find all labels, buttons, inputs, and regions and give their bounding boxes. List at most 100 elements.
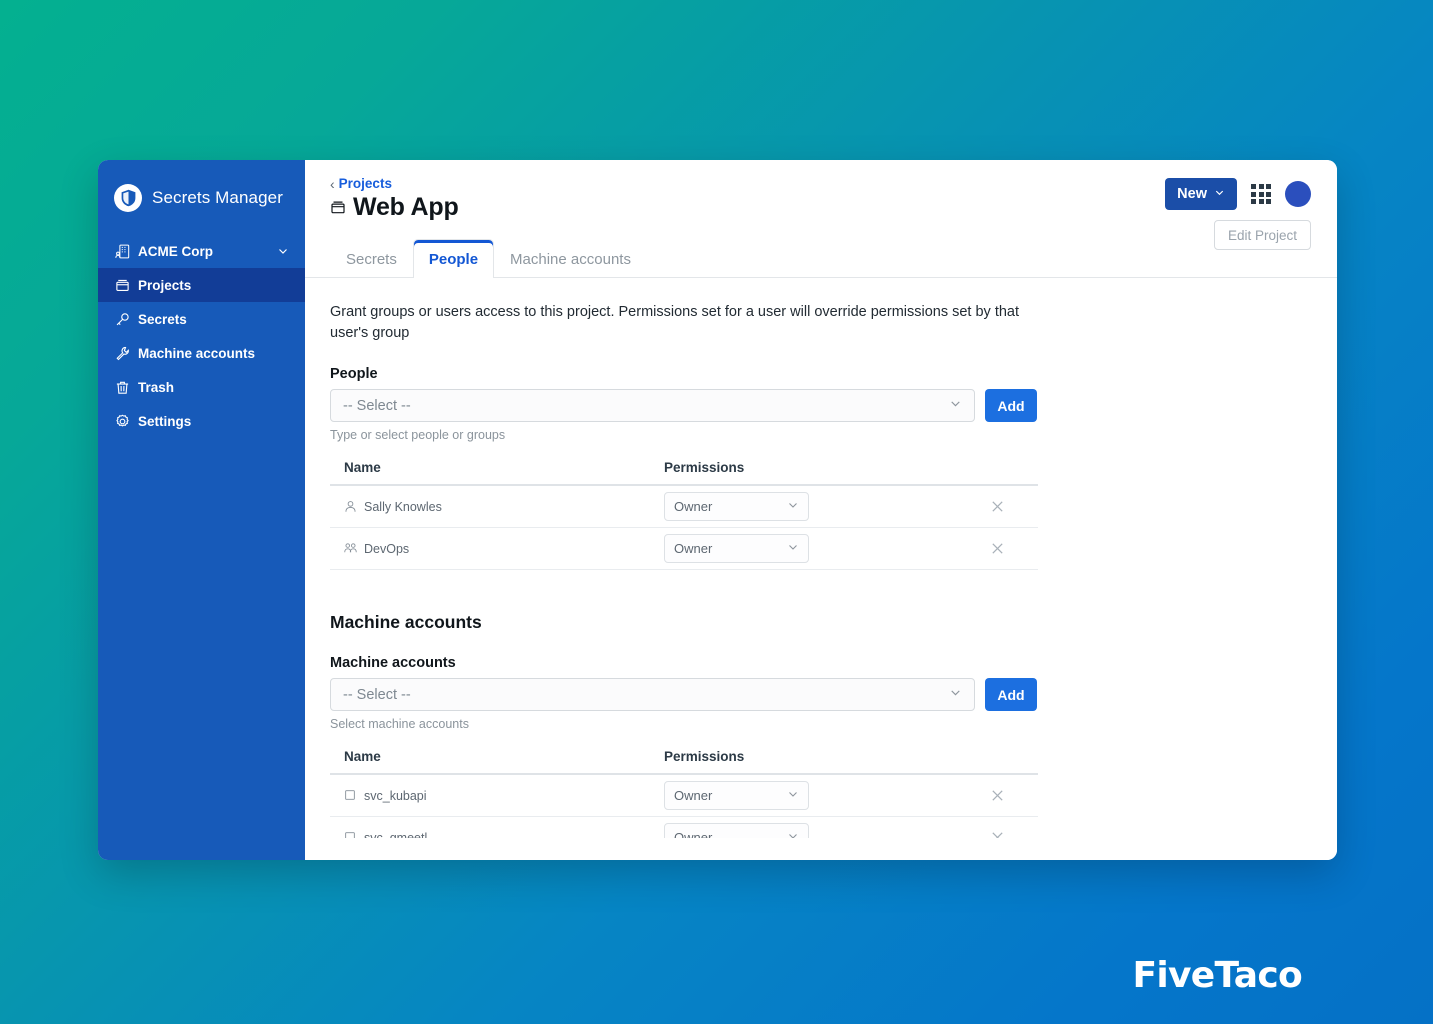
permission-select[interactable]: Owner [664, 823, 809, 838]
org-switcher[interactable]: ACME Corp [98, 234, 305, 268]
person-name-cell: Sally Knowles [344, 500, 650, 514]
table-row: svc_gmeetl Owner [330, 816, 1038, 838]
machine-select-row: -- Select -- Add [330, 678, 1312, 712]
brand: Secrets Manager [98, 178, 305, 218]
machine-field-label: Machine accounts [330, 655, 456, 672]
fivetaco-watermark: FiveTaco [1132, 955, 1303, 996]
machine-account-name: svc_kubapi [364, 788, 427, 803]
sidebar-item-label: Machine accounts [138, 345, 256, 361]
people-add-button[interactable]: Add [985, 389, 1037, 423]
chevron-down-icon [787, 788, 799, 803]
grid-apps-icon[interactable] [1251, 184, 1271, 204]
wrench-icon [114, 345, 130, 361]
table-row: DevOps Owner [330, 527, 1038, 571]
machine-account-name: svc_gmeetl [364, 830, 428, 838]
machine-account-icon [344, 831, 357, 838]
table-header-row: Name Permissions [330, 460, 1038, 487]
column-header-name: Name [330, 749, 650, 776]
permission-value: Owner [674, 541, 713, 557]
table-header-row: Name Permissions [330, 749, 1038, 776]
sidebar-item-label: Settings [138, 413, 192, 429]
main-content: ‹ Projects Web App New Edit Project Secr… [305, 160, 1337, 860]
breadcrumb-link-projects[interactable]: Projects [339, 176, 392, 191]
column-header-name: Name [330, 460, 650, 487]
permission-select[interactable]: Owner [664, 781, 809, 811]
machine-accounts-section-title: Machine accounts [330, 612, 482, 633]
collection-icon [114, 277, 130, 293]
remove-row-button[interactable] [984, 783, 1010, 809]
org-label: ACME Corp [138, 243, 213, 259]
tab-people[interactable]: People [412, 239, 495, 278]
chevron-down-icon [275, 243, 291, 259]
sidebar-item-label: Trash [138, 379, 175, 395]
sidebar-item-machine-accounts[interactable]: Machine accounts [98, 336, 305, 370]
key-icon [114, 311, 130, 327]
permission-select[interactable]: Owner [664, 492, 809, 522]
tab-secrets[interactable]: Secrets [330, 239, 413, 278]
trash-icon [114, 379, 130, 395]
column-header-permissions: Permissions [650, 749, 970, 776]
machine-account-icon [344, 789, 357, 802]
collection-icon [330, 200, 346, 216]
tab-bar: Secrets People Machine accounts [305, 238, 1337, 278]
chevron-down-icon [787, 541, 799, 556]
people-select-value: -- Select -- [343, 397, 411, 414]
sidebar-item-settings[interactable]: Settings [98, 404, 305, 438]
permission-value: Owner [674, 499, 713, 515]
page-title: Web App [353, 193, 459, 221]
app-window: Secrets Manager ACME Corp Projects Secre… [98, 160, 1337, 860]
person-name: Sally Knowles [364, 499, 442, 514]
remove-row-button[interactable] [984, 536, 1010, 562]
sidebar: Secrets Manager ACME Corp Projects Secre… [98, 160, 305, 860]
machine-select-value: -- Select -- [343, 686, 411, 703]
shield-icon [114, 184, 142, 212]
breadcrumb[interactable]: ‹ Projects [330, 176, 1307, 191]
people-hint: Type or select people or groups [330, 428, 506, 443]
people-intro-text: Grant groups or users access to this pro… [330, 304, 1020, 342]
column-header-actions [970, 460, 1038, 487]
machine-accounts-table: Name Permissions svc_kubapi Owner svc_gm… [330, 749, 1038, 838]
chevron-left-icon: ‹ [330, 175, 335, 192]
permission-value: Owner [674, 830, 713, 838]
machine-account-name-cell: svc_kubapi [344, 789, 650, 803]
column-header-permissions: Permissions [650, 460, 970, 487]
new-button[interactable]: New [1165, 178, 1237, 210]
people-field-label: People [330, 366, 378, 383]
group-icon [344, 542, 357, 555]
chevron-down-icon [1214, 186, 1225, 202]
machine-add-button[interactable]: Add [985, 678, 1037, 712]
sidebar-item-label: Projects [138, 277, 192, 293]
header-actions: New [1165, 178, 1311, 210]
page-header: ‹ Projects Web App New Edit Project [305, 160, 1337, 250]
people-select-row: -- Select -- Add [330, 389, 1312, 423]
gear-icon [114, 413, 130, 429]
column-header-actions [970, 749, 1038, 776]
group-name-cell: DevOps [344, 542, 650, 556]
user-icon [344, 500, 357, 513]
tab-machine-accounts[interactable]: Machine accounts [494, 239, 647, 278]
people-table: Name Permissions Sally Knowles Owner Dev… [330, 460, 1038, 571]
machine-hint: Select machine accounts [330, 717, 469, 732]
sidebar-nav: Projects Secrets Machine accounts Trash … [98, 268, 305, 438]
tab-panel-people: Grant groups or users access to this pro… [305, 278, 1337, 838]
chevron-down-icon [787, 830, 799, 838]
title-row: Web App [330, 193, 1307, 222]
table-row: svc_kubapi Owner [330, 774, 1038, 818]
sidebar-item-secrets[interactable]: Secrets [98, 302, 305, 336]
organization-icon [114, 243, 130, 259]
machine-accounts-select[interactable]: -- Select -- [330, 678, 975, 712]
sidebar-item-projects[interactable]: Projects [98, 268, 305, 302]
permission-value: Owner [674, 788, 713, 804]
sidebar-item-trash[interactable]: Trash [98, 370, 305, 404]
permission-select[interactable]: Owner [664, 534, 809, 564]
remove-row-button[interactable] [984, 494, 1010, 520]
chevron-down-icon [949, 686, 962, 703]
sidebar-item-label: Secrets [138, 311, 187, 327]
avatar[interactable] [1285, 181, 1311, 207]
remove-row-button[interactable] [984, 825, 1010, 838]
table-row: Sally Knowles Owner [330, 485, 1038, 529]
people-select[interactable]: -- Select -- [330, 389, 975, 423]
chevron-down-icon [949, 397, 962, 414]
machine-account-name-cell: svc_gmeetl [344, 831, 650, 838]
brand-name: Secrets Manager [152, 188, 283, 207]
